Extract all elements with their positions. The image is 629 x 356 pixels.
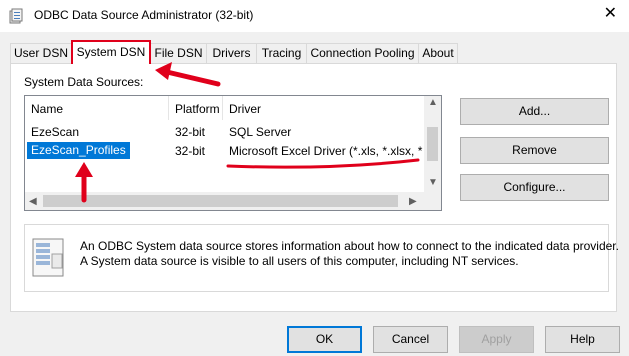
horizontal-scroll-thumb[interactable]: [43, 195, 398, 207]
scroll-up-icon[interactable]: ▲: [428, 97, 438, 108]
help-button[interactable]: Help: [545, 326, 620, 353]
column-header-driver[interactable]: Driver: [229, 102, 261, 116]
column-separator[interactable]: [222, 96, 223, 120]
close-icon[interactable]: ✕: [604, 5, 617, 23]
row-name-ezescan-profiles-selected[interactable]: EzeScan_Profiles: [27, 142, 130, 159]
tab-tracing[interactable]: Tracing: [256, 43, 307, 64]
vertical-scroll-thumb[interactable]: [427, 127, 438, 161]
system-data-sources-label: System Data Sources:: [24, 75, 144, 89]
tab-system-dsn[interactable]: System DSN: [71, 40, 151, 64]
window-title: ODBC Data Source Administrator (32-bit): [34, 8, 254, 22]
configure-button[interactable]: Configure...: [460, 174, 609, 201]
scroll-corner: [424, 192, 441, 210]
ok-button[interactable]: OK: [287, 326, 362, 353]
row-driver-ezescan[interactable]: SQL Server: [229, 125, 291, 139]
remove-button[interactable]: Remove: [460, 137, 609, 164]
cancel-button[interactable]: Cancel: [373, 326, 448, 353]
data-source-icon: [32, 238, 64, 277]
column-header-platform[interactable]: Platform: [175, 102, 220, 116]
odbc-app-icon: [9, 8, 23, 24]
scroll-left-icon[interactable]: ◀: [29, 196, 37, 207]
title-bar: ODBC Data Source Administrator (32-bit) …: [0, 0, 629, 32]
scroll-down-icon[interactable]: ▼: [428, 177, 438, 188]
row-platform-ezescan[interactable]: 32-bit: [175, 125, 205, 139]
tab-user-dsn[interactable]: User DSN: [10, 43, 72, 64]
apply-button[interactable]: Apply: [459, 326, 534, 353]
column-separator[interactable]: [168, 96, 169, 120]
row-platform-ezescan-profiles[interactable]: 32-bit: [175, 144, 205, 158]
row-driver-ezescan-profiles[interactable]: Microsoft Excel Driver (*.xls, *.xlsx, *…: [229, 144, 423, 158]
add-button[interactable]: Add...: [460, 98, 609, 125]
info-text-line-2: A System data source is visible to all u…: [80, 254, 519, 268]
tab-about[interactable]: About: [418, 43, 458, 64]
row-name-ezescan[interactable]: EzeScan: [31, 125, 79, 139]
tab-drivers[interactable]: Drivers: [206, 43, 257, 64]
tab-file-dsn[interactable]: File DSN: [150, 43, 207, 64]
column-header-name[interactable]: Name: [31, 102, 63, 116]
scroll-right-icon[interactable]: ▶: [409, 196, 417, 207]
info-text-line-1: An ODBC System data source stores inform…: [80, 239, 619, 253]
tab-connection-pooling[interactable]: Connection Pooling: [306, 43, 419, 64]
